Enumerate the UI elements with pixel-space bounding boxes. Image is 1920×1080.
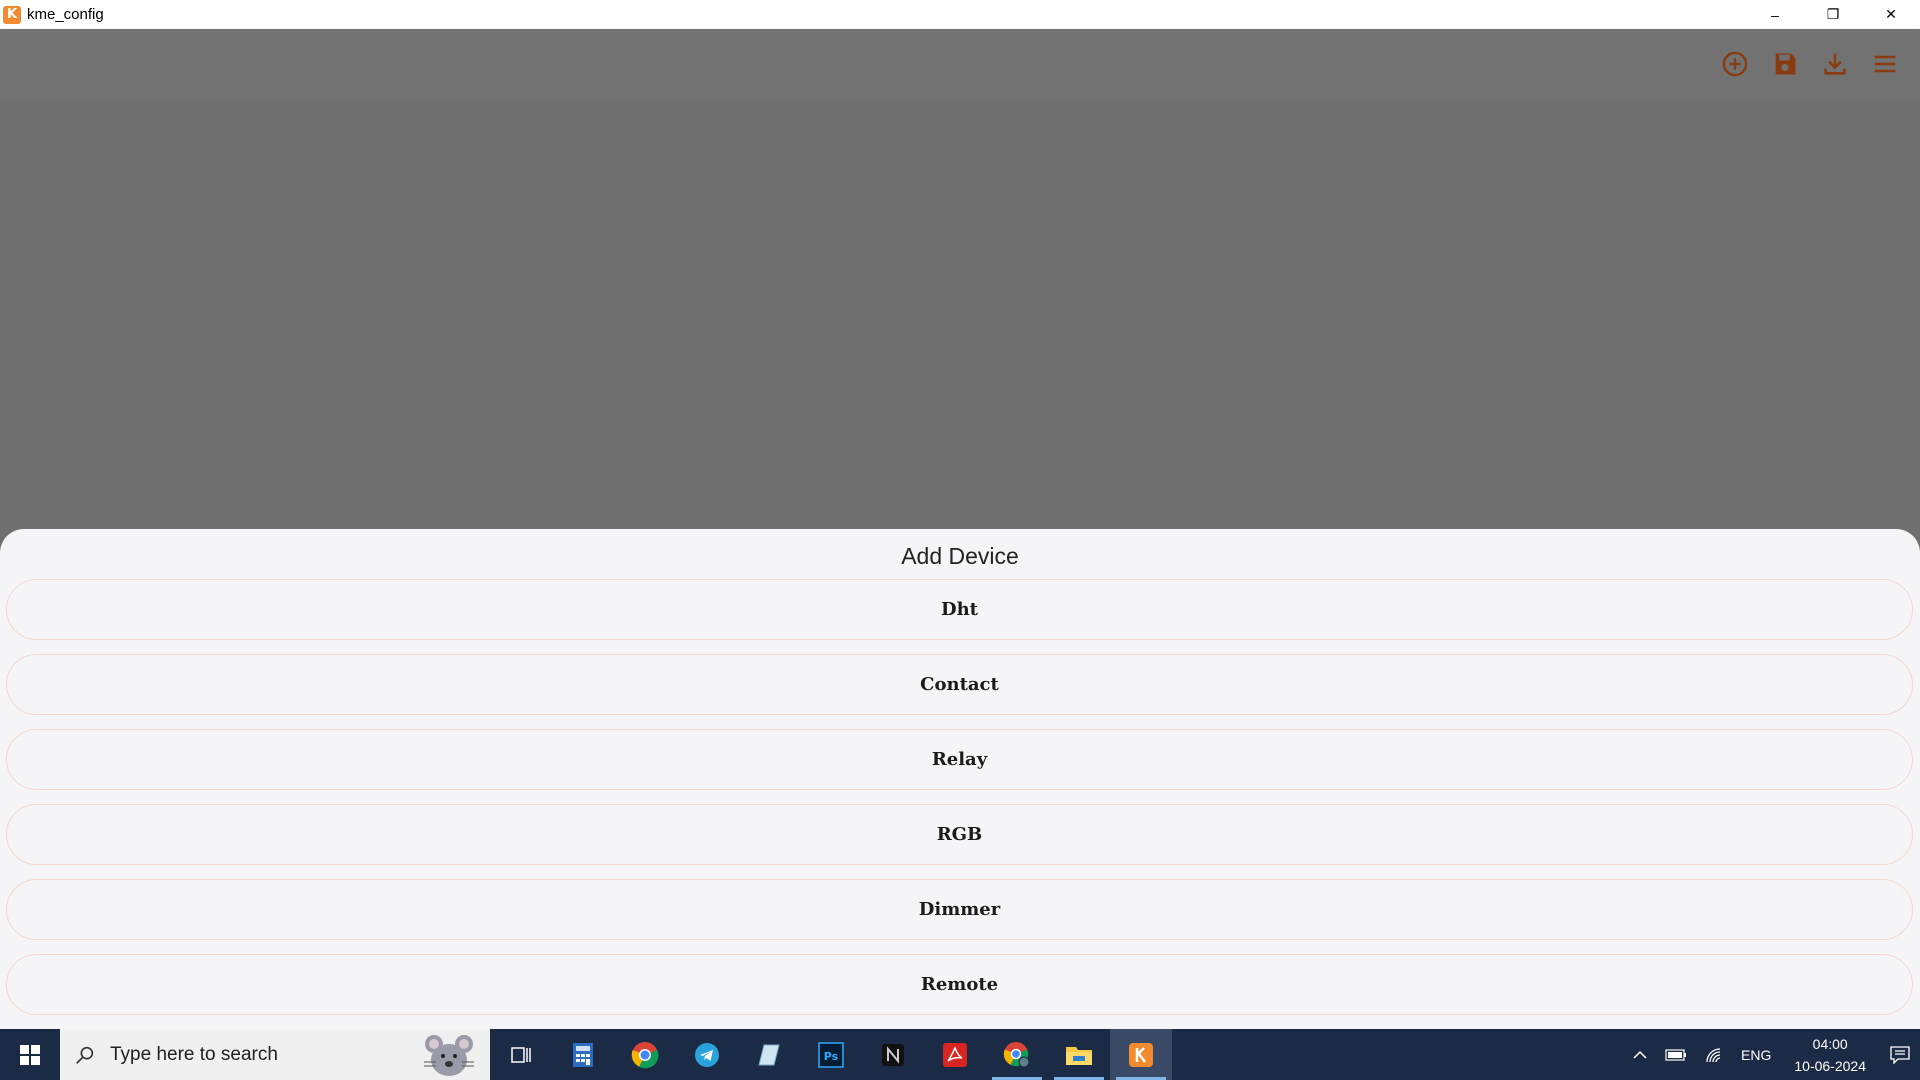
svg-text:Ps: Ps	[824, 1050, 839, 1063]
task-view-icon	[511, 1046, 531, 1063]
chrome-profile-button[interactable]	[986, 1029, 1048, 1080]
window-title-bar: K kme_config – ❐ ✕	[0, 0, 1920, 29]
clock-date: 10-06-2024	[1794, 1057, 1866, 1074]
taskbar: Type here to search Ps ENG 04:00 10-06-2…	[0, 1029, 1920, 1080]
device-option-relay[interactable]: Relay	[6, 729, 1913, 790]
app-bar	[0, 29, 1920, 99]
calculator-icon	[573, 1042, 593, 1067]
menu-icon	[1874, 55, 1896, 73]
acrobat-button[interactable]	[924, 1029, 986, 1080]
sheet-title: Add Device	[901, 543, 1019, 569]
clock-button[interactable]: 04:00 10-06-2024	[1794, 1033, 1866, 1077]
chrome-icon	[631, 1041, 659, 1068]
start-button[interactable]	[0, 1029, 60, 1080]
device-option-dimmer[interactable]: Dimmer	[6, 879, 1913, 940]
chrome-button[interactable]	[614, 1029, 676, 1080]
notion-icon	[882, 1043, 904, 1066]
wifi-icon	[1706, 1047, 1721, 1062]
modal-scrim[interactable]	[0, 99, 1920, 529]
system-tray: ENG 04:00 10-06-2024	[1624, 1029, 1920, 1080]
kme-config-icon	[1129, 1042, 1153, 1067]
download-button[interactable]	[1810, 39, 1860, 89]
add-device-sheet: Add Device Dht Contact Relay RGB Dimmer …	[0, 529, 1920, 1029]
file-explorer-icon	[1066, 1046, 1092, 1065]
save-button[interactable]	[1760, 39, 1810, 89]
app-icon: K	[3, 5, 21, 24]
photoshop-icon: Ps	[818, 1041, 844, 1068]
notification-center-icon	[1890, 1045, 1910, 1064]
show-hidden-icons-button[interactable]	[1633, 1050, 1647, 1060]
restore-button[interactable]: ❐	[1804, 0, 1862, 29]
battery-button[interactable]	[1665, 1048, 1687, 1061]
add-circle-icon	[1722, 51, 1748, 77]
photoshop-button[interactable]: Ps	[800, 1029, 862, 1080]
windows-logo-icon	[20, 1044, 40, 1065]
search-highlight-illustration	[424, 1035, 474, 1076]
chevron-up-icon	[1633, 1050, 1647, 1059]
device-option-contact[interactable]: Contact	[6, 654, 1913, 715]
device-option-rgb[interactable]: RGB	[6, 804, 1913, 865]
notifications-button[interactable]	[1880, 1029, 1920, 1080]
battery-icon	[1665, 1048, 1687, 1061]
app-bar-actions	[1710, 29, 1910, 99]
window-title: kme_config	[27, 6, 104, 23]
acrobat-icon	[943, 1042, 967, 1067]
taskbar-search[interactable]: Type here to search	[60, 1029, 490, 1080]
telegram-button[interactable]	[676, 1029, 738, 1080]
close-button[interactable]: ✕	[1862, 0, 1920, 29]
device-option-dht[interactable]: Dht	[6, 579, 1913, 640]
save-icon	[1775, 53, 1796, 75]
window-controls: – ❐ ✕	[1746, 0, 1920, 29]
file-explorer-button[interactable]	[1048, 1029, 1110, 1080]
notes-icon	[758, 1044, 780, 1065]
calculator-button[interactable]	[552, 1029, 614, 1080]
notes-button[interactable]	[738, 1029, 800, 1080]
download-icon	[1824, 53, 1846, 75]
telegram-icon	[695, 1042, 719, 1067]
kme-config-taskbar-button[interactable]	[1110, 1029, 1172, 1080]
menu-button[interactable]	[1860, 39, 1910, 89]
add-device-button[interactable]	[1710, 39, 1760, 89]
minimize-button[interactable]: –	[1746, 0, 1804, 29]
search-icon	[76, 1046, 94, 1064]
search-placeholder: Type here to search	[110, 1043, 278, 1065]
device-option-remote[interactable]: Remote	[6, 954, 1913, 1015]
clock-time: 04:00	[1812, 1035, 1848, 1052]
network-button[interactable]	[1705, 1047, 1723, 1063]
task-view-button[interactable]	[490, 1029, 552, 1080]
notion-button[interactable]	[862, 1029, 924, 1080]
chrome-profile-icon	[1003, 1041, 1030, 1067]
device-list: Dht Contact Relay RGB Dimmer Remote	[6, 579, 1913, 1029]
input-language-button[interactable]: ENG	[1741, 1047, 1771, 1063]
